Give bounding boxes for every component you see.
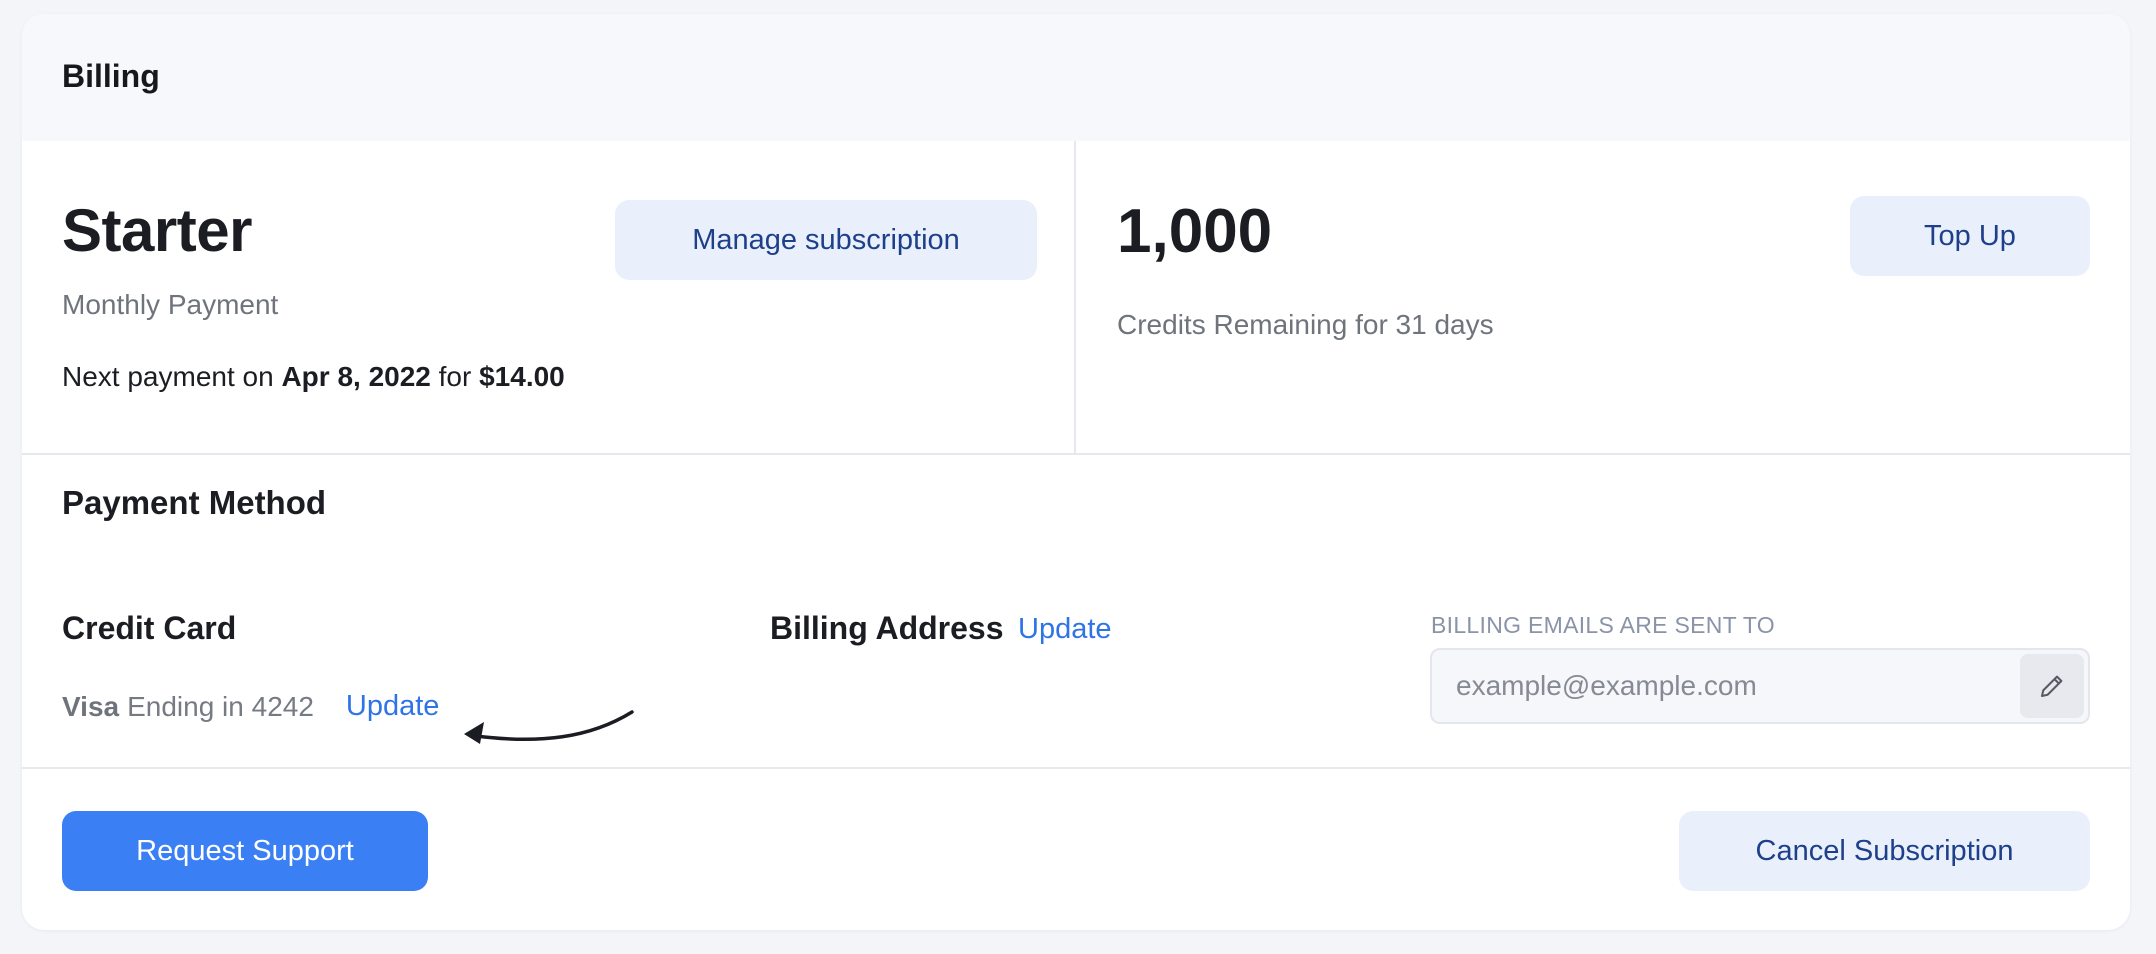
pencil-icon — [2041, 675, 2063, 697]
plan-name: Starter — [62, 197, 252, 264]
next-payment-prefix: Next payment on — [62, 361, 282, 392]
footer-divider — [22, 767, 2130, 769]
request-support-button[interactable]: Request Support — [62, 811, 428, 891]
credits-label: Credits Remaining for 31 days — [1117, 309, 1494, 340]
credit-card-details: Visa Ending in 4242 Update — [62, 690, 439, 723]
payment-method-title: Payment Method — [62, 484, 327, 521]
credits-panel: 1,000 Credits Remaining for 31 days — [1076, 141, 2130, 453]
manage-subscription-button[interactable]: Manage subscription — [615, 200, 1037, 280]
section-divider — [22, 453, 2130, 455]
billing-card: Billing Starter Monthly Payment Next pay… — [22, 14, 2130, 930]
update-billing-address-link[interactable]: Update — [1018, 613, 1112, 646]
billing-email-input[interactable] — [1432, 650, 2012, 722]
edit-email-button[interactable] — [2020, 654, 2084, 718]
cancel-subscription-button[interactable]: Cancel Subscription — [1679, 811, 2090, 891]
next-payment-amount: $14.00 — [479, 361, 565, 392]
curved-arrow-icon — [464, 710, 634, 744]
billing-emails-label: BILLING EMAILS ARE SENT TO — [1431, 612, 1775, 638]
next-payment-mid: for — [430, 361, 480, 392]
billing-header: Billing — [22, 14, 2130, 141]
plan-period: Monthly Payment — [62, 289, 279, 320]
top-up-button[interactable]: Top Up — [1850, 196, 2090, 276]
update-card-link[interactable]: Update — [346, 690, 440, 723]
card-ending: Ending in 4242 — [127, 690, 314, 722]
next-payment-date: Apr 8, 2022 — [281, 361, 431, 392]
plan-panel: Starter Monthly Payment Next payment on … — [22, 141, 1076, 453]
credit-card-title: Credit Card — [62, 610, 237, 646]
billing-email-field — [1430, 648, 2090, 724]
page-title: Billing — [62, 58, 160, 94]
card-brand: Visa — [62, 690, 120, 722]
credits-amount: 1,000 — [1117, 197, 1273, 266]
next-payment-text: Next payment on Apr 8, 2022 for $14.00 — [62, 361, 565, 393]
billing-address-title: Billing Address — [770, 610, 1004, 646]
